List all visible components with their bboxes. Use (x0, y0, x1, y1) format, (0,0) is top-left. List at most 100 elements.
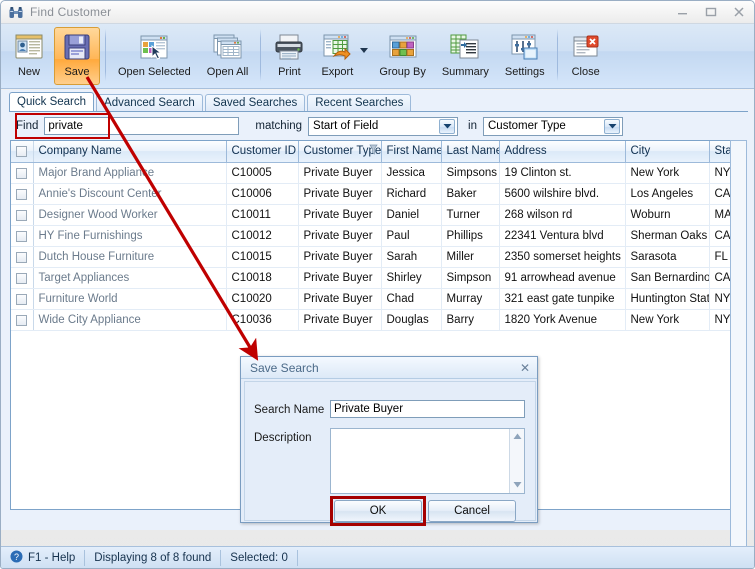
cell-first: Paul (381, 225, 442, 247)
toolbar-separator-2 (260, 29, 262, 81)
cell-address: 91 arrowhead avenue (499, 267, 626, 289)
close-button[interactable] (730, 3, 748, 21)
table-row[interactable]: Wide City Appliance C10036 Private Buyer Do… (11, 309, 746, 331)
in-field-combo[interactable]: Customer Type (483, 116, 623, 136)
cell-custtype: Private Buyer (298, 288, 382, 310)
checkbox-icon[interactable] (16, 209, 28, 221)
question-mark-icon: ? (10, 550, 23, 566)
filter-icon[interactable] (368, 144, 378, 159)
group-by-button[interactable]: Group By (372, 27, 432, 85)
checkbox-icon[interactable] (16, 251, 28, 263)
cancel-button[interactable]: Cancel (428, 500, 516, 522)
maximize-button[interactable] (702, 3, 720, 21)
window-title: Find Customer (30, 5, 112, 19)
checkbox-icon[interactable] (16, 293, 28, 305)
save-button[interactable]: Save (54, 27, 100, 85)
tab-recent-searches[interactable]: Recent Searches (307, 94, 412, 111)
cell-custid: C10005 (226, 162, 299, 184)
table-header-row: Company Name Customer ID Customer Type Firs… (11, 141, 746, 163)
checkbox-icon[interactable] (16, 167, 28, 179)
status-displaying: Displaying 8 of 8 found (85, 549, 222, 566)
open-all-button[interactable]: Open All (200, 27, 256, 85)
description-label: Description (254, 432, 312, 444)
column-header-label: First Name (386, 145, 441, 158)
checkbox-icon[interactable] (16, 188, 28, 200)
checkbox-icon[interactable] (16, 314, 28, 326)
search-name-label: Search Name (254, 404, 325, 416)
find-input[interactable] (44, 117, 240, 135)
settings-button[interactable]: Settings (498, 27, 552, 85)
settings-icon (509, 30, 541, 64)
search-tabs: Quick Search Advanced Search Saved Searc… (9, 92, 413, 111)
cell-company: HY Fine Furnishings (33, 225, 227, 247)
column-header-city[interactable]: City (625, 141, 710, 163)
save-search-dialog-close-icon[interactable]: ✕ (520, 361, 530, 375)
export-icon (321, 30, 353, 64)
table-row[interactable]: Major Brand Appliance C10005 Private Buyer… (11, 162, 746, 184)
tab-quick-search[interactable]: Quick Search (9, 92, 95, 111)
cell-first: Shirley (381, 267, 442, 289)
cell-first: Richard (381, 183, 442, 205)
ribbon-toolbar: New Save Open Selected Open All Print Ex… (1, 24, 754, 89)
minimize-button[interactable] (674, 3, 692, 21)
select-all-checkbox[interactable] (11, 141, 34, 163)
table-row[interactable]: Designer Wood Worker C10011 Private Buyer D… (11, 204, 746, 226)
quick-search-row: Find matching Start of Field in Customer… (10, 113, 747, 139)
column-header-address[interactable]: Address (499, 141, 626, 163)
print-button[interactable]: Print (266, 27, 312, 85)
tab-saved-searches[interactable]: Saved Searches (204, 94, 306, 111)
summary-button[interactable]: Summary (435, 27, 496, 85)
open-selected-button[interactable]: Open Selected (111, 27, 198, 85)
row-checkbox[interactable] (11, 225, 34, 247)
description-scrollbar[interactable] (509, 429, 524, 493)
matching-combo[interactable]: Start of Field (308, 116, 459, 136)
table-row[interactable]: Dutch House Furniture C10015 Private Buyer… (11, 246, 746, 268)
ok-button[interactable]: OK (334, 500, 422, 522)
export-button[interactable]: Export (314, 27, 360, 85)
row-checkbox[interactable] (11, 204, 34, 226)
table-row[interactable]: HY Fine Furnishings C10012 Private Buyer Pa… (11, 225, 746, 247)
cell-company: Dutch House Furniture (33, 246, 227, 268)
new-button[interactable]: New (6, 27, 52, 85)
checkbox-icon[interactable] (16, 272, 28, 284)
checkbox-icon[interactable] (16, 146, 28, 158)
description-textarea[interactable] (331, 429, 509, 493)
find-input-wrapper (15, 113, 240, 139)
cell-company: Furniture World (33, 288, 227, 310)
in-label: in (468, 120, 477, 132)
toolbar-separator-3 (556, 29, 558, 81)
in-field-combo-chevron-down-icon[interactable] (604, 118, 620, 134)
close-toolbar-button[interactable]: Close (563, 27, 609, 85)
column-header-first[interactable]: First Name (381, 141, 442, 163)
column-header-company[interactable]: Company Name (33, 141, 227, 163)
matching-combo-chevron-down-icon[interactable] (439, 118, 456, 134)
table-row[interactable]: Furniture World C10020 Private Buyer Chad Mu… (11, 288, 746, 310)
export-dropdown-chevron-down-icon[interactable] (359, 45, 369, 57)
column-header-custtype[interactable]: Customer Type (298, 141, 382, 163)
row-checkbox[interactable] (11, 162, 34, 184)
table-row[interactable]: Annie's Discount Center C10006 Private Buy… (11, 183, 746, 205)
column-header-last[interactable]: Last Name (441, 141, 500, 163)
row-checkbox[interactable] (11, 288, 34, 310)
cell-custtype: Private Buyer (298, 162, 382, 184)
cell-custid: C10011 (226, 204, 299, 226)
row-checkbox[interactable] (11, 183, 34, 205)
search-name-input[interactable] (330, 400, 525, 418)
grid-vertical-scrollbar[interactable] (730, 140, 747, 568)
cell-city: New York (625, 309, 710, 331)
column-header-custid[interactable]: Customer ID (226, 141, 299, 163)
row-checkbox[interactable] (11, 309, 34, 331)
table-row[interactable]: Target Appliances C10018 Private Buyer Shir… (11, 267, 746, 289)
cell-company: Major Brand Appliance (33, 162, 227, 184)
results-table: Company Name Customer ID Customer Type Firs… (11, 141, 746, 331)
checkbox-icon[interactable] (16, 230, 28, 242)
scroll-up-arrow-icon[interactable] (513, 431, 522, 443)
in-field-combo-value: Customer Type (488, 119, 566, 132)
row-checkbox[interactable] (11, 267, 34, 289)
row-checkbox[interactable] (11, 246, 34, 268)
status-selected: Selected: 0 (221, 549, 298, 566)
scroll-down-arrow-icon[interactable] (513, 479, 522, 491)
tab-advanced-search[interactable]: Advanced Search (96, 94, 203, 111)
status-help[interactable]: ? F1 - Help (1, 549, 86, 566)
description-textarea-wrapper[interactable] (330, 428, 525, 494)
